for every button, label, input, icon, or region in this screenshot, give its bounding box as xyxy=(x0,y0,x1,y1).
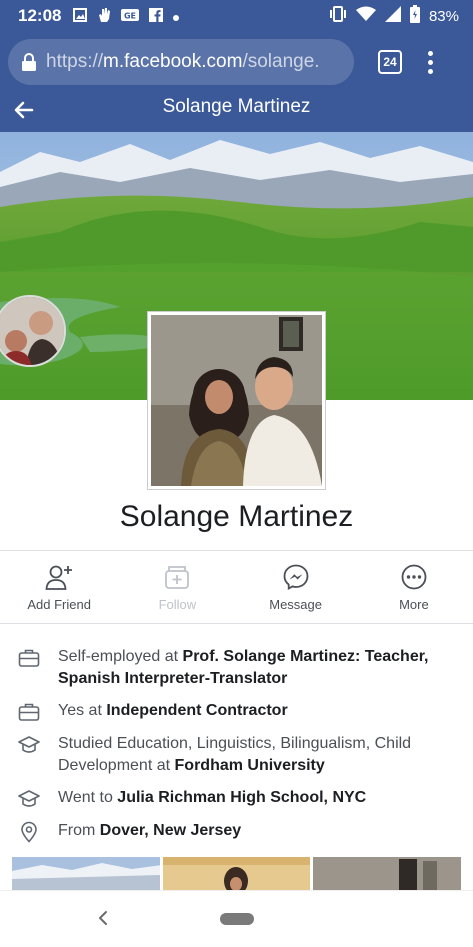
battery-percent: 83% xyxy=(428,7,459,25)
vibrate-icon xyxy=(329,6,347,26)
status-time: 12:08 xyxy=(18,6,62,25)
ge-icon: GE xyxy=(121,8,140,25)
signal-icon xyxy=(384,6,401,26)
location-pin-icon xyxy=(21,821,37,843)
intro-work-item: Yes at Independent Contractor xyxy=(18,700,458,723)
intro-work-text: Self-employed at Prof. Solange Martinez:… xyxy=(58,648,429,687)
photo-thumbnail[interactable] xyxy=(313,857,461,890)
intro-education-item: Went to Julia Richman High School, NYC xyxy=(18,787,458,810)
facebook-icon xyxy=(149,7,164,25)
photo-thumbnail[interactable] xyxy=(162,857,311,890)
url-bar[interactable]: https://m.facebook.com/solange. xyxy=(8,39,354,85)
url-host: m.facebook.com xyxy=(103,51,243,72)
school-link[interactable]: Julia Richman High School, NYC xyxy=(117,789,366,806)
intro-hometown-text: From Dover, New Jersey xyxy=(58,822,242,839)
more-icon xyxy=(401,564,427,590)
wifi-icon xyxy=(355,6,376,26)
system-nav-bar xyxy=(0,890,473,947)
status-bar: 12:08 GE 83% xyxy=(0,0,473,32)
url-path: /solange. xyxy=(242,51,320,72)
follow-icon xyxy=(165,566,190,589)
divider xyxy=(0,623,473,624)
more-button[interactable]: More xyxy=(355,551,473,623)
briefcase-icon xyxy=(18,703,40,721)
messenger-icon xyxy=(283,564,309,591)
dot-icon xyxy=(173,8,180,24)
graduation-cap-icon xyxy=(18,790,40,807)
more-label: More xyxy=(399,597,429,612)
page-title: Solange Martinez xyxy=(162,96,311,117)
graduation-cap-icon xyxy=(18,736,40,753)
school-link[interactable]: Fordham University xyxy=(175,757,325,774)
hand-icon xyxy=(97,7,111,26)
url-scheme: https:// xyxy=(46,51,104,72)
intro-hometown-item: From Dover, New Jersey xyxy=(18,820,458,843)
intro-work-text: Yes at Independent Contractor xyxy=(58,702,288,719)
intro-education-item: Studied Education, Linguistics, Bilingua… xyxy=(18,733,458,777)
follow-button[interactable]: Follow xyxy=(118,551,236,623)
profile-actions: Add Friend Follow Message More xyxy=(0,551,473,623)
message-button[interactable]: Message xyxy=(237,551,355,623)
message-label: Message xyxy=(269,597,322,612)
lock-icon xyxy=(22,53,36,71)
intro-education-text: Studied Education, Linguistics, Bilingua… xyxy=(58,735,412,774)
add-friend-label: Add Friend xyxy=(27,597,91,612)
nav-back-icon[interactable] xyxy=(96,909,110,927)
hometown-link[interactable]: Dover, New Jersey xyxy=(100,822,241,839)
employer-link[interactable]: Independent Contractor xyxy=(106,702,287,719)
profile-name: Solange Martinez xyxy=(119,500,354,533)
image-icon xyxy=(73,7,88,25)
home-pill-button[interactable] xyxy=(220,913,254,925)
profile-picture[interactable] xyxy=(148,312,325,489)
browser-menu-button[interactable] xyxy=(428,50,433,74)
add-friend-button[interactable]: Add Friend xyxy=(0,551,118,623)
follow-label: Follow xyxy=(158,597,197,612)
briefcase-icon xyxy=(18,649,40,667)
battery-icon xyxy=(409,5,420,27)
photo-thumbnail[interactable] xyxy=(12,857,160,890)
page-header: Solange Martinez xyxy=(0,92,473,132)
intro-education-text: Went to Julia Richman High School, NYC xyxy=(58,789,367,806)
intro-section: Self-employed at Prof. Solange Martinez:… xyxy=(18,646,458,853)
intro-work-item: Self-employed at Prof. Solange Martinez:… xyxy=(18,646,458,690)
photos-strip xyxy=(12,857,461,890)
browser-toolbar: https://m.facebook.com/solange. 24 xyxy=(0,32,473,92)
add-friend-icon xyxy=(45,565,73,590)
tab-switcher-button[interactable]: 24 xyxy=(378,50,402,74)
svg-text:GE: GE xyxy=(124,11,136,20)
